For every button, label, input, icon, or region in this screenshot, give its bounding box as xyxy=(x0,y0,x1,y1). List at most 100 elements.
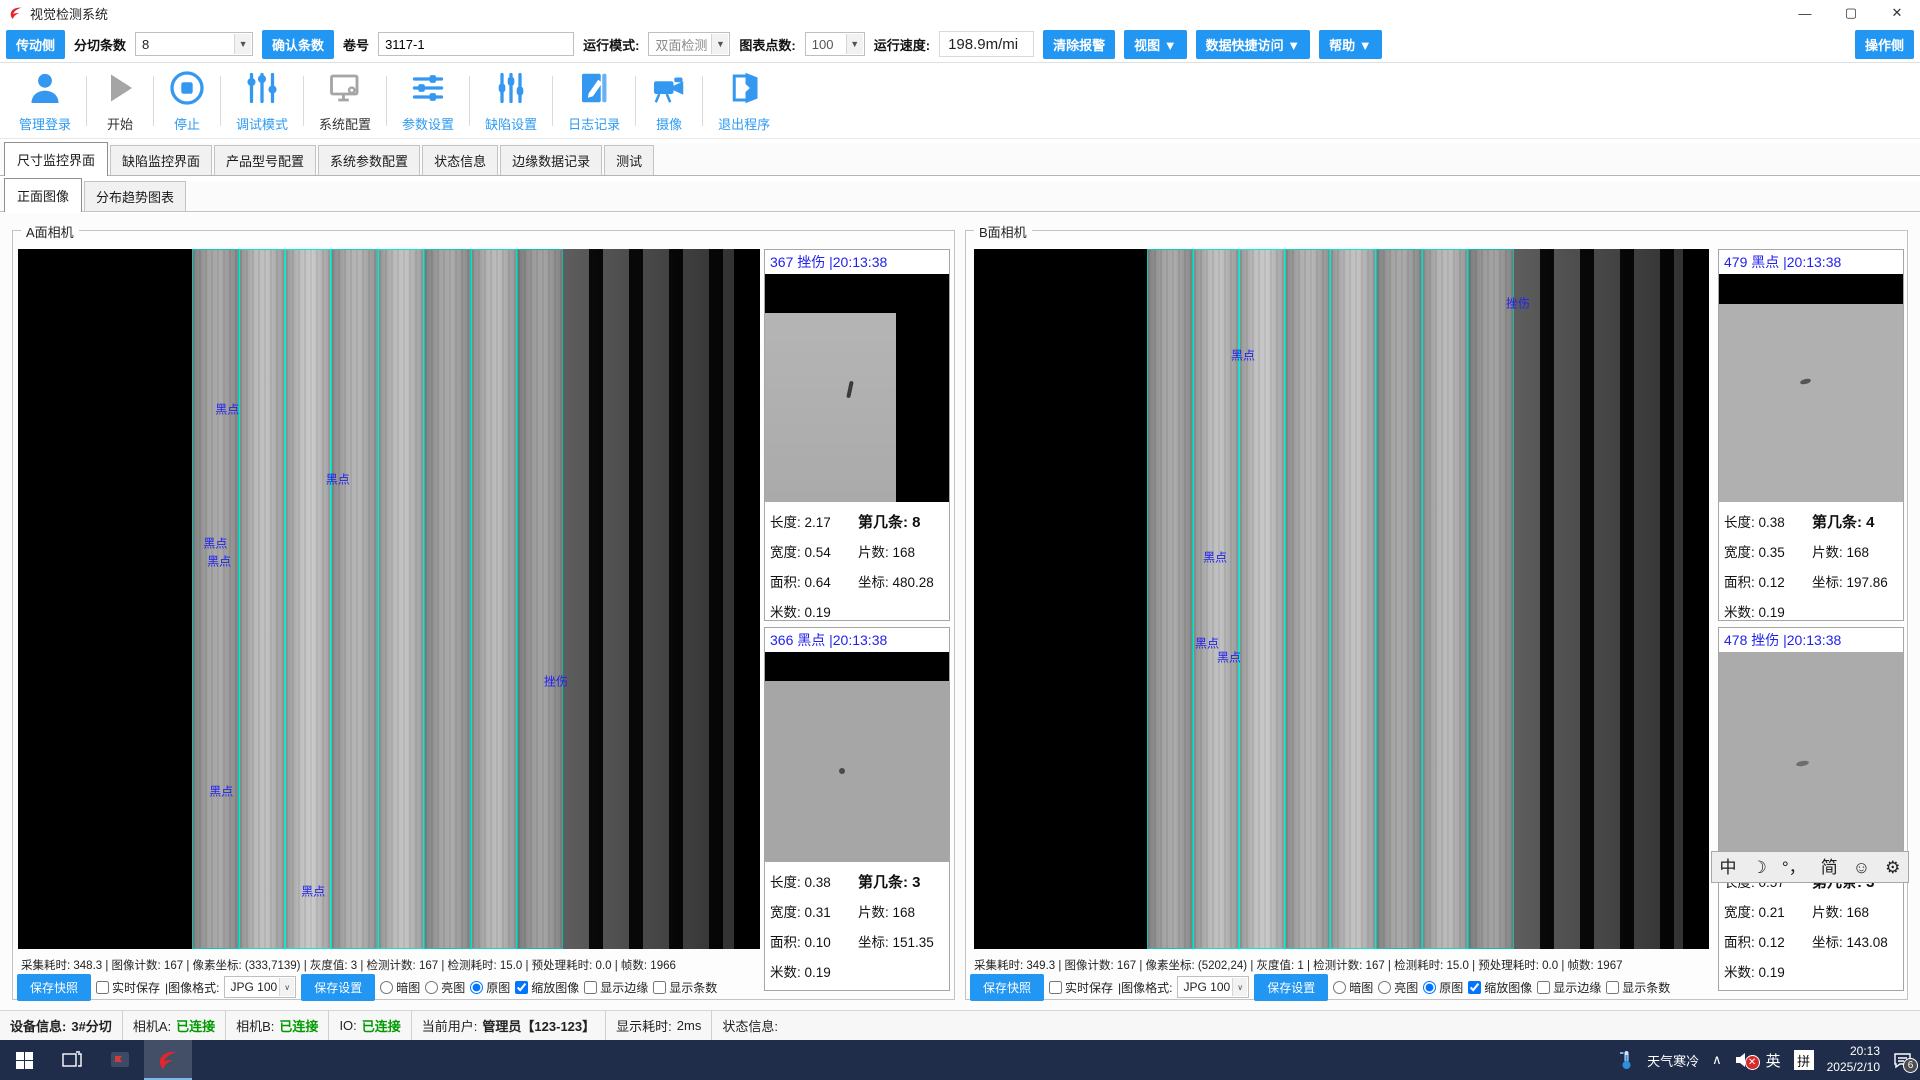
main-tab-6[interactable]: 测试 xyxy=(604,145,654,175)
confirm-count-button[interactable]: 确认条数 xyxy=(262,30,334,59)
save-settings-button[interactable]: 保存设置 xyxy=(301,974,375,1001)
chevron-down-icon[interactable]: ▼ xyxy=(234,34,251,54)
ime-emoji-icon[interactable]: ☺ xyxy=(1853,859,1870,876)
zoom-image-checkbox[interactable]: 缩放图像 xyxy=(1468,979,1532,996)
defect-overlay-label: 黑点 xyxy=(1203,549,1227,566)
toolbar-item-label: 退出程序 xyxy=(718,114,770,133)
thermometer-icon[interactable] xyxy=(1619,1050,1634,1070)
show-strips-checkbox[interactable]: 显示条数 xyxy=(653,979,717,996)
ime-mode-chinese[interactable]: 中 xyxy=(1720,859,1737,876)
toolbar-user[interactable]: 管理登录 xyxy=(4,64,86,138)
toolbar-debug-sliders[interactable]: 调试模式 xyxy=(221,64,303,138)
toolbar-defect-sliders[interactable]: 缺陷设置 xyxy=(470,64,552,138)
current-user-value: 管理员【123-123】 xyxy=(482,1016,595,1035)
main-tab-2[interactable]: 产品型号配置 xyxy=(214,145,316,175)
chevron-down-icon[interactable]: ▼ xyxy=(711,34,728,54)
run-mode-combobox[interactable]: 双面检测 ▼ xyxy=(648,32,730,56)
realtime-save-checkbox[interactable]: 实时保存 xyxy=(1049,979,1113,996)
tray-overflow-chevron[interactable]: ∧ xyxy=(1712,1052,1722,1068)
stat-right: 坐标: 480.28 xyxy=(858,571,934,601)
windows-logo-icon xyxy=(16,1052,33,1069)
drive-side-button[interactable]: 传动侧 xyxy=(6,30,65,59)
close-button[interactable]: ✕ xyxy=(1874,0,1920,26)
zoom-image-checkbox[interactable]: 缩放图像 xyxy=(515,979,579,996)
device-info-value: 3#分切 xyxy=(71,1016,111,1035)
run-speed-label: 运行速度: xyxy=(874,35,930,54)
save-snapshot-button[interactable]: 保存快照 xyxy=(17,974,91,1001)
original-image-radio[interactable]: 原图 xyxy=(1423,979,1463,996)
bright-image-radio[interactable]: 亮图 xyxy=(1378,979,1418,996)
show-edge-checkbox[interactable]: 显示边缘 xyxy=(1537,979,1601,996)
toolbar-video-camera[interactable]: 摄像 xyxy=(636,64,702,138)
stat-right: 片数: 168 xyxy=(858,541,915,571)
language-indicator[interactable]: 英 xyxy=(1766,1050,1781,1071)
toolbar-item-label: 开始 xyxy=(107,114,133,133)
toolbar-log-book[interactable]: 日志记录 xyxy=(553,64,635,138)
chevron-down-icon[interactable]: ∨ xyxy=(279,978,294,996)
vision-app-taskbar-button[interactable] xyxy=(144,1040,192,1080)
strip-cell xyxy=(1468,249,1514,949)
dark-image-radio[interactable]: 暗图 xyxy=(380,979,420,996)
pinned-app-button[interactable] xyxy=(96,1040,144,1080)
defect-stat-row: 面积: 0.10坐标: 151.35 xyxy=(770,931,949,961)
original-image-radio[interactable]: 原图 xyxy=(470,979,510,996)
slit-count-combobox[interactable]: 8 ▼ xyxy=(135,32,253,56)
sub-tab-0[interactable]: 正面图像 xyxy=(4,178,82,212)
save-snapshot-button[interactable]: 保存快照 xyxy=(970,974,1044,1001)
bright-image-radio[interactable]: 亮图 xyxy=(425,979,465,996)
app-logo-icon xyxy=(8,5,24,21)
save-settings-button[interactable]: 保存设置 xyxy=(1254,974,1328,1001)
sub-tab-1[interactable]: 分布趋势图表 xyxy=(84,181,186,211)
stop-icon xyxy=(169,70,205,111)
main-tab-1[interactable]: 缺陷监控界面 xyxy=(110,145,212,175)
strip-cell xyxy=(331,249,377,949)
stat-right: 片数: 168 xyxy=(1812,541,1869,571)
help-menu-button[interactable]: 帮助 ▼ xyxy=(1319,30,1381,59)
ime-simplified-icon[interactable]: 简 xyxy=(1821,859,1838,876)
slit-count-label: 分切条数 xyxy=(74,35,126,54)
dark-image-radio[interactable]: 暗图 xyxy=(1333,979,1373,996)
maximize-button[interactable]: ▢ xyxy=(1828,0,1874,26)
main-tab-4[interactable]: 状态信息 xyxy=(422,145,498,175)
minimize-button[interactable]: — xyxy=(1782,0,1828,26)
ime-settings-icon[interactable]: ⚙ xyxy=(1885,859,1900,876)
show-edge-checkbox[interactable]: 显示边缘 xyxy=(584,979,648,996)
ime-fullwidth-icon[interactable]: ☽ xyxy=(1752,859,1767,876)
defect-stat-row: 面积: 0.64坐标: 480.28 xyxy=(770,571,949,601)
defect-overlay-label: 黑点 xyxy=(1231,346,1255,363)
stat-right: 片数: 168 xyxy=(858,901,915,931)
notification-center-button[interactable]: 6 xyxy=(1893,1052,1912,1069)
stat-left: 面积: 0.12 xyxy=(1724,571,1812,601)
chart-points-combobox[interactable]: 100 ▼ xyxy=(805,32,865,56)
main-tab-5[interactable]: 边缘数据记录 xyxy=(500,145,602,175)
roll-number-input[interactable] xyxy=(378,32,574,56)
toolbar-stop[interactable]: 停止 xyxy=(154,64,220,138)
video-camera-icon xyxy=(651,70,687,111)
image-format-combobox[interactable]: JPG 100∨ xyxy=(224,976,296,998)
toolbar-exit[interactable]: 退出程序 xyxy=(703,64,785,138)
clear-alarm-button[interactable]: 清除报警 xyxy=(1043,30,1115,59)
ime-mode-indicator[interactable]: 拼 xyxy=(1794,1050,1814,1070)
start-button[interactable] xyxy=(0,1040,48,1080)
view-menu-button[interactable]: 视图 ▼ xyxy=(1124,30,1186,59)
image-format-combobox[interactable]: JPG 100∨ xyxy=(1177,976,1249,998)
chevron-down-icon[interactable]: ▼ xyxy=(846,34,863,54)
realtime-save-checkbox[interactable]: 实时保存 xyxy=(96,979,160,996)
speaker-muted-icon[interactable]: ✕ xyxy=(1735,1052,1753,1068)
operator-side-button[interactable]: 操作侧 xyxy=(1855,30,1914,59)
main-tab-3[interactable]: 系统参数配置 xyxy=(318,145,420,175)
toolbar-play[interactable]: 开始 xyxy=(87,64,153,138)
quick-data-menu-button[interactable]: 数据快捷访问 ▼ xyxy=(1196,30,1310,59)
taskbar-clock[interactable]: 20:13 2025/2/10 xyxy=(1827,1044,1880,1075)
defect-header: 367 挫伤 |20:13:38 xyxy=(765,250,949,274)
ime-punctuation-icon[interactable]: °， xyxy=(1782,859,1806,876)
weather-text[interactable]: 天气寒冷 xyxy=(1647,1051,1699,1070)
show-strips-checkbox[interactable]: 显示条数 xyxy=(1606,979,1670,996)
stat-right: 坐标: 197.86 xyxy=(1812,571,1888,601)
defect-thumbnail xyxy=(765,652,949,862)
chevron-down-icon[interactable]: ∨ xyxy=(1232,978,1247,996)
main-tab-0[interactable]: 尺寸监控界面 xyxy=(4,142,108,176)
task-view-button[interactable] xyxy=(48,1040,96,1080)
toolbar-param-sliders[interactable]: 参数设置 xyxy=(387,64,469,138)
toolbar-system-config[interactable]: 系统配置 xyxy=(304,64,386,138)
